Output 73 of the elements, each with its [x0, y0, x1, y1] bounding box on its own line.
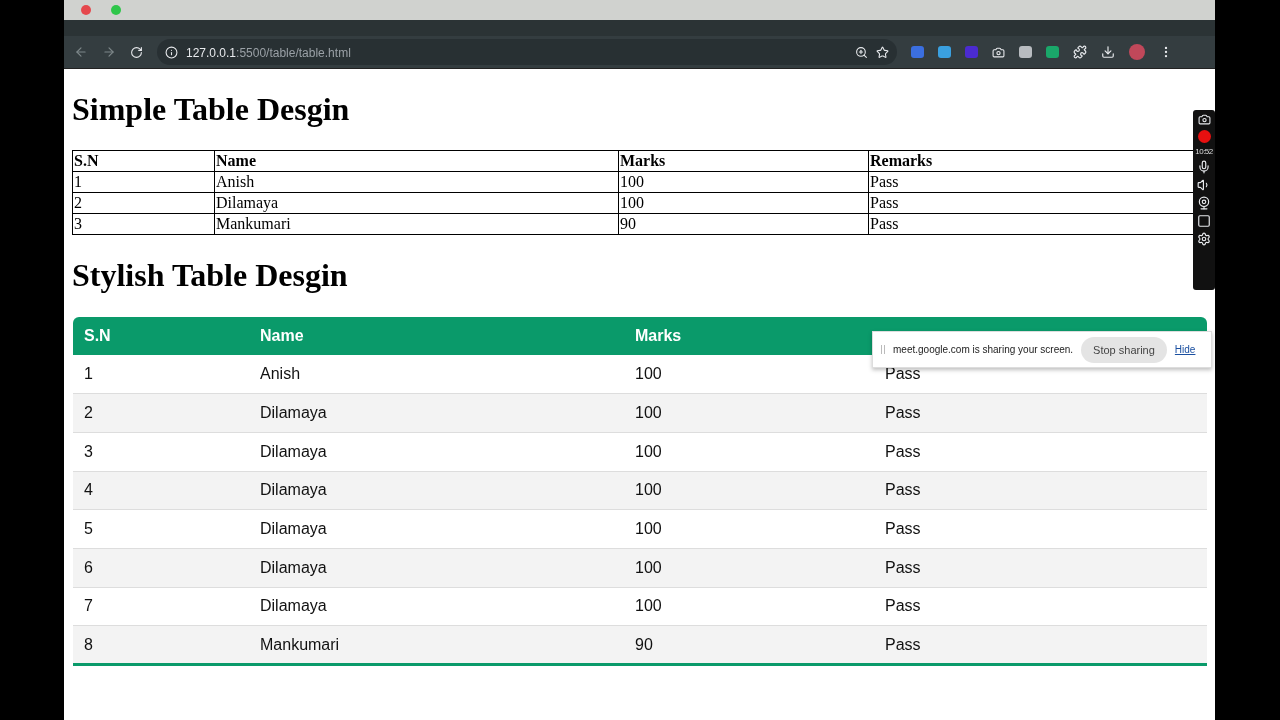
table-cell: Mankumari	[214, 213, 619, 235]
table-cell: Dilamaya	[249, 432, 624, 472]
camera-icon[interactable]	[992, 45, 1005, 59]
recording-time: 10:52	[1195, 147, 1213, 156]
table-cell: Dilamaya	[249, 548, 624, 588]
table-cell: Pass	[874, 625, 1207, 665]
table-cell: Pass	[874, 587, 1207, 626]
table-cell: Pass	[874, 548, 1207, 588]
table-cell: Dilamaya	[249, 587, 624, 626]
microphone-icon[interactable]	[1197, 160, 1211, 174]
table-cell: 2	[73, 393, 249, 433]
reload-icon[interactable]	[130, 45, 143, 59]
info-icon[interactable]	[165, 45, 178, 59]
table-cell: Anish	[249, 355, 624, 394]
table-cell: 90	[624, 625, 874, 665]
url-path: :5500/table/table.html	[236, 46, 351, 60]
settings-icon[interactable]	[1197, 232, 1211, 246]
table-cell: Dilamaya	[249, 393, 624, 433]
page-heading: Stylish Table Desgin	[72, 256, 348, 294]
back-icon[interactable]	[74, 45, 88, 59]
table-cell: 90	[618, 213, 869, 235]
table-header-cell: Marks	[618, 150, 869, 172]
stop-sharing-button[interactable]: Stop sharing	[1081, 336, 1167, 363]
page-heading: Simple Table Desgin	[72, 90, 350, 128]
extension-icon[interactable]	[938, 46, 951, 58]
extension-icon[interactable]	[1046, 46, 1059, 58]
table-cell: 4	[73, 471, 249, 510]
table-cell: 5	[73, 509, 249, 549]
table-cell: Pass	[874, 393, 1207, 433]
camera-icon[interactable]	[1197, 113, 1211, 126]
bookmark-star-icon[interactable]	[876, 45, 889, 59]
table-cell: 100	[624, 393, 874, 433]
address-bar[interactable]: 127.0.0.1:5500/table/table.html	[157, 39, 897, 65]
zoom-icon[interactable]	[855, 45, 868, 59]
table-cell: 100	[624, 509, 874, 549]
table-cell: Dilamaya	[249, 509, 624, 549]
table-cell: 100	[624, 587, 874, 626]
table-cell: 3	[73, 432, 249, 472]
drag-handle-icon[interactable]	[881, 345, 885, 354]
table-cell: Dilamaya	[214, 192, 619, 214]
table-cell: Dilamaya	[249, 471, 624, 510]
table-cell: Mankumari	[249, 625, 624, 665]
table-cell: 100	[624, 432, 874, 472]
table-header-cell: S.N	[72, 150, 215, 172]
table-cell: Anish	[214, 171, 619, 193]
table-cell: 100	[624, 471, 874, 510]
webcam-icon[interactable]	[1197, 196, 1211, 210]
table-cell: Pass	[874, 509, 1207, 549]
table-cell: 1	[73, 355, 249, 394]
table-header-cell: Name	[214, 150, 619, 172]
hide-link[interactable]: Hide	[1174, 344, 1196, 355]
url-host: 127.0.0.1	[186, 46, 237, 60]
download-icon[interactable]	[1101, 45, 1115, 59]
table-cell: 100	[618, 171, 869, 193]
table-cell: Pass	[874, 471, 1207, 510]
window-icon[interactable]	[1197, 214, 1211, 228]
sharing-message: meet.google.com is sharing your screen.	[893, 344, 1074, 355]
table-cell: 6	[73, 548, 249, 588]
extensions-icon[interactable]	[1073, 45, 1087, 59]
table-cell: 8	[73, 625, 249, 665]
table-cell: Pass	[874, 432, 1207, 472]
forward-icon[interactable]	[102, 45, 116, 59]
table-cell: 7	[73, 587, 249, 626]
table-cell: 100	[624, 355, 874, 394]
table-cell: 100	[624, 548, 874, 588]
close-window-dot[interactable]	[81, 5, 91, 15]
table-cell: 2	[72, 192, 215, 214]
table-cell: 100	[618, 192, 869, 214]
record-button[interactable]	[1197, 130, 1211, 143]
table-cell: 3	[72, 213, 215, 235]
table-header-cell: Remarks	[868, 150, 1196, 172]
maximize-window-dot[interactable]	[111, 5, 121, 15]
table-cell: 1	[72, 171, 215, 193]
